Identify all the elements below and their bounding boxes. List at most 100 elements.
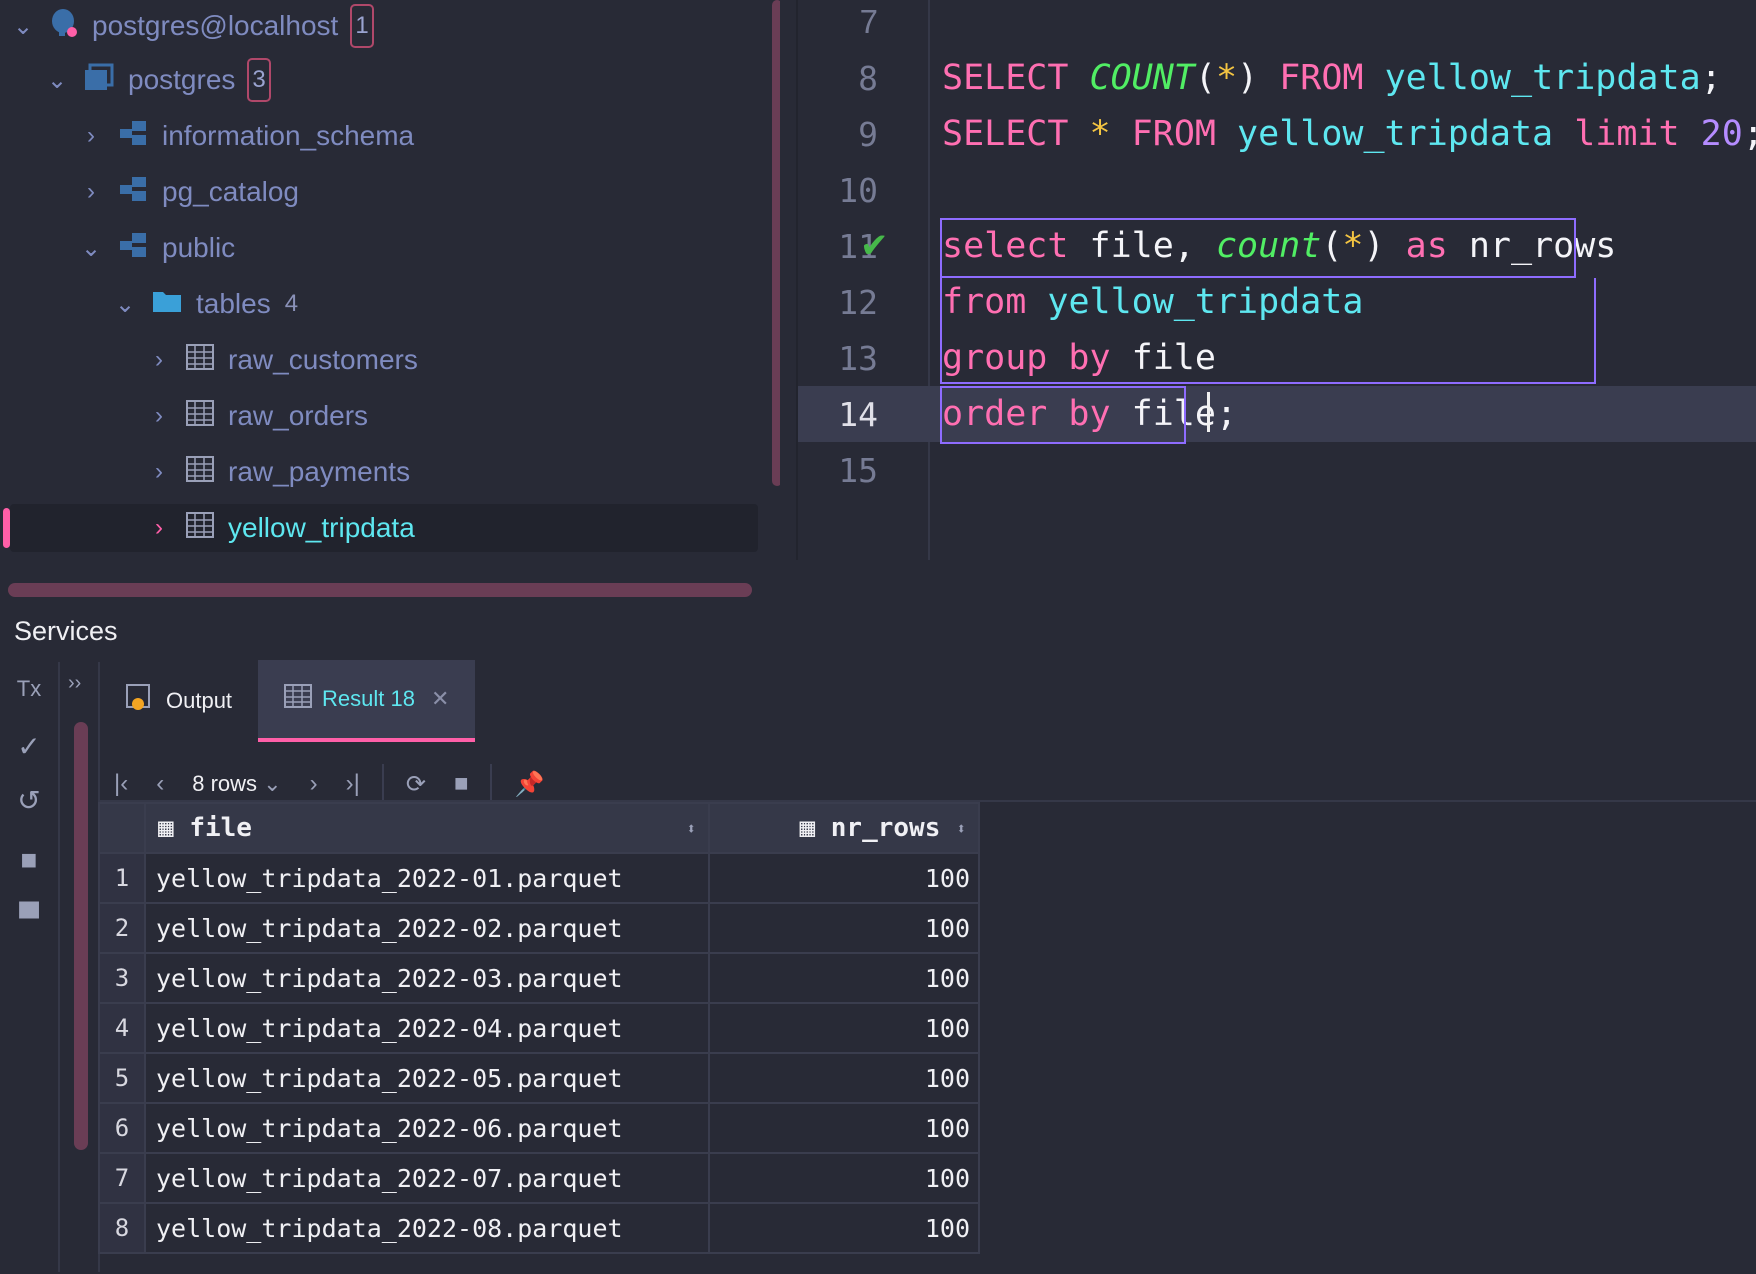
table-icon — [186, 455, 214, 489]
table-icon — [186, 399, 214, 433]
cell-file[interactable]: yellow_tripdata_2022-02.parquet — [144, 902, 710, 954]
tree-node-schema[interactable]: › pg_catalog — [80, 166, 299, 218]
cell-file[interactable]: yellow_tripdata_2022-03.parquet — [144, 952, 710, 1004]
rows-selector[interactable]: 8 rows ⌄ — [192, 771, 281, 797]
tables-folder-label: tables — [196, 288, 271, 319]
chevron-right-icon[interactable]: › — [80, 178, 102, 206]
table-row[interactable]: 7 yellow_tripdata_2022-07.parquet 100 — [98, 1152, 980, 1204]
previous-page-icon[interactable]: ‹ — [156, 770, 164, 798]
cell-file[interactable]: yellow_tripdata_2022-04.parquet — [144, 1002, 710, 1054]
chevron-down-icon[interactable]: ⌄ — [80, 234, 102, 263]
table-row[interactable]: 3 yellow_tripdata_2022-03.parquet 100 — [98, 952, 980, 1004]
line-number: 10 — [838, 170, 878, 210]
row-number-header — [98, 802, 146, 854]
cell-file[interactable]: yellow_tripdata_2022-01.parquet — [144, 852, 710, 904]
code-text[interactable]: SELECT COUNT(*) FROM yellow_tripdata; — [942, 58, 1722, 98]
chevron-right-icon[interactable]: › — [80, 122, 102, 150]
checkmark-icon: ✔ — [860, 227, 889, 265]
database-tree: ⌄ postgres@localhost 1 ⌄ postgres 3 › in… — [0, 0, 780, 600]
tab-output[interactable]: Output — [100, 660, 258, 742]
tree-node-connection[interactable]: ⌄ postgres@localhost 1 — [12, 0, 374, 52]
cell-file[interactable]: yellow_tripdata_2022-06.parquet — [144, 1102, 710, 1154]
output-icon — [126, 684, 152, 718]
cell-nr-rows[interactable]: 100 — [708, 1202, 980, 1254]
cell-file[interactable]: yellow_tripdata_2022-07.parquet — [144, 1152, 710, 1204]
chevron-down-icon[interactable]: ⌄ — [46, 66, 68, 95]
cell-nr-rows[interactable]: 100 — [708, 902, 980, 954]
code-text[interactable]: SELECT * FROM yellow_tripdata limit 20; — [942, 114, 1756, 154]
header-row: ▦ file ⬍ ▦ nr_rows ⬍ — [98, 802, 980, 854]
chevron-down-icon: ⌄ — [263, 771, 282, 796]
table-row[interactable]: 2 yellow_tripdata_2022-02.parquet 100 — [98, 902, 980, 954]
table-row[interactable]: 4 yellow_tripdata_2022-04.parquet 100 — [98, 1002, 980, 1054]
tree-node-table[interactable]: › raw_payments — [148, 446, 410, 498]
postgres-elephant-icon — [50, 8, 78, 45]
table-row[interactable]: 8 yellow_tripdata_2022-08.parquet 100 — [98, 1202, 980, 1254]
cell-nr-rows[interactable]: 100 — [708, 1052, 980, 1104]
chevron-right-icon[interactable]: › — [148, 402, 170, 430]
vertical-scrollbar[interactable] — [772, 0, 780, 486]
folder-icon — [152, 288, 182, 320]
line-number: 13 — [838, 338, 878, 378]
rollback-icon[interactable]: ↺ — [0, 784, 58, 817]
cell-nr-rows[interactable]: 100 — [708, 1152, 980, 1204]
sort-icon[interactable]: ⬍ — [686, 819, 696, 838]
stop-icon[interactable]: ■ — [454, 770, 469, 798]
tree-node-schema[interactable]: › information_schema — [80, 110, 414, 162]
statement-highlight — [940, 278, 1596, 384]
horizontal-scrollbar[interactable] — [8, 583, 752, 597]
commit-icon[interactable]: ✓ — [0, 730, 58, 763]
chevron-right-icon[interactable]: › — [148, 346, 170, 374]
chevron-down-icon[interactable]: ⌄ — [114, 290, 136, 319]
transaction-mode-icon[interactable]: Tx — [0, 676, 58, 702]
tree-node-tables-folder[interactable]: ⌄ tables 4 — [114, 278, 298, 330]
cell-nr-rows[interactable]: 100 — [708, 952, 980, 1004]
line-number: 9 — [858, 114, 878, 154]
result-grid: ▦ file ⬍ ▦ nr_rows ⬍ 1 yellow_tripdata_2022… — [98, 800, 1756, 1274]
row-number: 7 — [98, 1152, 146, 1204]
pin-icon[interactable]: 📌 — [514, 770, 544, 799]
services-title: Services — [14, 616, 118, 646]
chevron-right-icon[interactable]: › — [148, 514, 170, 542]
last-page-icon[interactable]: ›| — [346, 770, 360, 798]
cell-nr-rows[interactable]: 100 — [708, 1002, 980, 1054]
cell-nr-rows[interactable]: 100 — [708, 852, 980, 904]
schema-icon — [118, 231, 148, 266]
editor-line[interactable]: 8 SELECT COUNT(*) FROM yellow_tripdata; — [798, 50, 1756, 106]
tree-node-table[interactable]: › raw_orders — [148, 390, 368, 442]
expand-chevrons-icon[interactable]: ›› — [68, 672, 81, 695]
tree-node-schema-public[interactable]: ⌄ public — [80, 222, 235, 274]
close-icon[interactable]: ✕ — [431, 686, 449, 712]
cell-file[interactable]: yellow_tripdata_2022-05.parquet — [144, 1052, 710, 1104]
tab-result[interactable]: Result 18 ✕ — [258, 660, 476, 742]
tree-node-database[interactable]: ⌄ postgres 3 — [46, 54, 271, 106]
tables-count: 4 — [284, 290, 299, 317]
first-page-icon[interactable]: |‹ — [114, 770, 128, 798]
column-header-nr-rows[interactable]: ▦ nr_rows ⬍ — [708, 802, 980, 854]
table-row[interactable]: 1 yellow_tripdata_2022-01.parquet 100 — [98, 852, 980, 904]
next-page-icon[interactable]: › — [310, 770, 318, 798]
chevron-right-icon[interactable]: › — [148, 458, 170, 486]
column-header-file[interactable]: ▦ file ⬍ — [144, 802, 710, 854]
vertical-scrollbar[interactable] — [74, 722, 88, 1150]
table-row[interactable]: 5 yellow_tripdata_2022-05.parquet 100 — [98, 1052, 980, 1104]
sort-icon[interactable]: ⬍ — [956, 819, 966, 838]
line-number: 7 — [859, 3, 878, 40]
table-label: raw_payments — [228, 456, 411, 487]
chevron-down-icon[interactable]: ⌄ — [12, 12, 34, 41]
cell-nr-rows[interactable]: 100 — [708, 1102, 980, 1154]
cell-file[interactable]: yellow_tripdata_2022-08.parquet — [144, 1202, 710, 1254]
stop-icon[interactable]: ■ — [0, 844, 58, 876]
table-row[interactable]: 6 yellow_tripdata_2022-06.parquet 100 — [98, 1102, 980, 1154]
row-number: 8 — [98, 1202, 146, 1254]
tree-node-table-selected[interactable]: › yellow_tripdata — [148, 502, 415, 554]
tree-node-table[interactable]: › raw_customers — [148, 334, 418, 386]
row-number: 2 — [98, 902, 146, 954]
table-label: raw_orders — [228, 400, 369, 431]
row-number: 1 — [98, 852, 146, 904]
layout-icon[interactable]: ▀ — [0, 902, 58, 934]
refresh-icon[interactable]: ⟳ — [406, 770, 426, 799]
database-label: postgres — [128, 64, 236, 95]
line-number: 14 — [838, 394, 878, 434]
editor-line[interactable]: 9 SELECT * FROM yellow_tripdata limit 20… — [798, 106, 1756, 162]
